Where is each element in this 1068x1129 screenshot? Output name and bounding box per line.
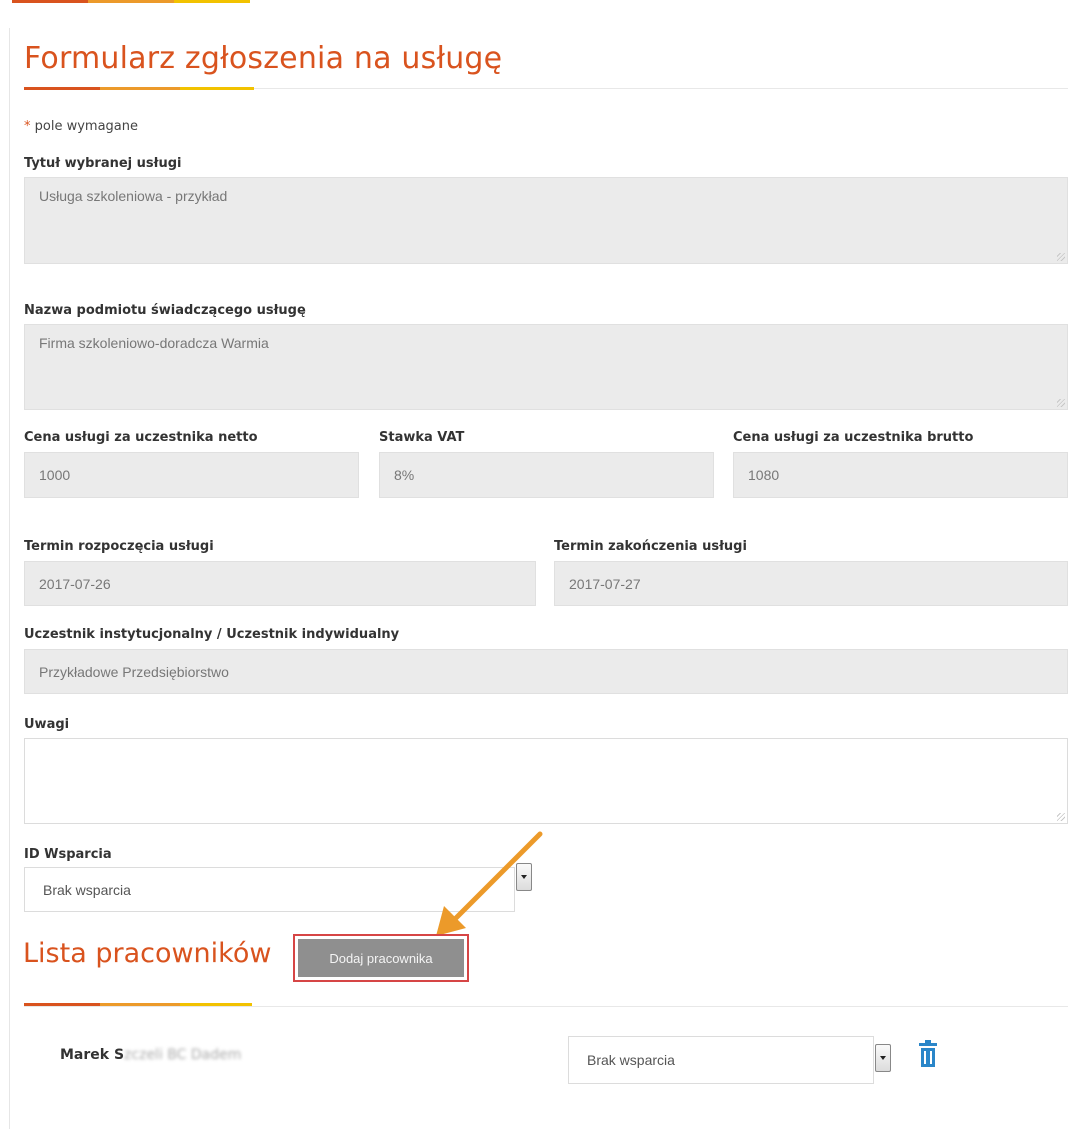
trash-icon[interactable] (918, 1040, 938, 1068)
support-id-selected: Brak wsparcia (43, 881, 131, 898)
vat-label: Stawka VAT (379, 430, 465, 445)
notes-textarea[interactable] (24, 738, 1068, 824)
accent-stripe-red (12, 0, 88, 3)
provider-label: Nazwa podmiotu świadczącego usługę (24, 303, 306, 318)
underline-orange (100, 1003, 180, 1006)
provider-field[interactable]: Firma szkoleniowo-doradcza Warmia (24, 324, 1068, 410)
price-net-value: 1000 (39, 467, 71, 483)
annotation-arrow-icon (436, 831, 543, 936)
add-employee-button-label: Dodaj pracownika (298, 939, 464, 977)
add-employee-button[interactable]: Dodaj pracownika (293, 934, 469, 982)
service-title-field[interactable]: Usługa szkoleniowa - przykład (24, 177, 1068, 264)
start-date-label: Termin rozpoczęcia usługi (24, 539, 214, 554)
resize-grip-icon[interactable] (1057, 813, 1065, 821)
accent-stripe-yellow (174, 0, 250, 3)
price-net-field[interactable]: 1000 (24, 452, 359, 498)
required-star: * (24, 119, 31, 134)
employee-name-blurred: zczeli BC Dadem (124, 1047, 242, 1063)
support-id-label: ID Wsparcia (24, 847, 112, 862)
page-left-border (9, 28, 10, 1129)
underline-orange (100, 87, 180, 90)
required-text: pole wymagane (34, 119, 138, 134)
participant-field[interactable]: Przykładowe Przedsiębiorstwo (24, 649, 1068, 694)
employee-support-dropdown-button[interactable] (875, 1044, 891, 1072)
page-title: Formularz zgłoszenia na usługę (24, 41, 503, 76)
end-date-field[interactable]: 2017-07-27 (554, 561, 1068, 606)
underline-yellow (180, 87, 254, 90)
resize-grip-icon[interactable] (1057, 253, 1065, 261)
required-note: * pole wymagane (24, 119, 138, 134)
employee-support-selected: Brak wsparcia (587, 1052, 675, 1068)
title-accent-underline (24, 87, 254, 90)
price-net-label: Cena usługi za uczestnika netto (24, 430, 258, 445)
underline-red (24, 1003, 100, 1006)
provider-value: Firma szkoleniowo-doradcza Warmia (39, 335, 269, 351)
participant-value: Przykładowe Przedsiębiorstwo (39, 663, 229, 680)
start-date-field[interactable]: 2017-07-26 (24, 561, 536, 606)
notes-label: Uwagi (24, 717, 70, 732)
top-accent-bar (12, 0, 1068, 4)
vat-field[interactable]: 8% (379, 452, 714, 498)
employees-section-title: Lista pracowników (23, 938, 272, 969)
employee-support-select[interactable]: Brak wsparcia (568, 1036, 874, 1084)
start-date-value: 2017-07-26 (39, 575, 111, 592)
resize-grip-icon[interactable] (1057, 399, 1065, 407)
underline-red (24, 87, 100, 90)
price-gross-label: Cena usługi za uczestnika brutto (733, 430, 974, 445)
end-date-label: Termin zakończenia usługi (554, 539, 747, 554)
vat-value: 8% (394, 467, 415, 483)
service-title-value: Usługa szkoleniowa - przykład (39, 188, 228, 204)
employees-divider (24, 1006, 1068, 1007)
employee-name-visible: Marek S (60, 1047, 125, 1063)
underline-yellow (180, 1003, 252, 1006)
service-title-label: Tytuł wybranej usługi (24, 156, 182, 171)
accent-stripe-orange (88, 0, 174, 3)
price-gross-value: 1080 (748, 467, 780, 483)
employees-accent-underline (24, 1003, 252, 1006)
end-date-value: 2017-07-27 (569, 575, 641, 592)
employee-name: Marek Szczeli BC Dadem (60, 1047, 241, 1063)
participant-label: Uczestnik instytucjonalny / Uczestnik in… (24, 627, 400, 642)
chevron-down-icon (880, 1056, 886, 1060)
price-gross-field[interactable]: 1080 (733, 452, 1068, 498)
